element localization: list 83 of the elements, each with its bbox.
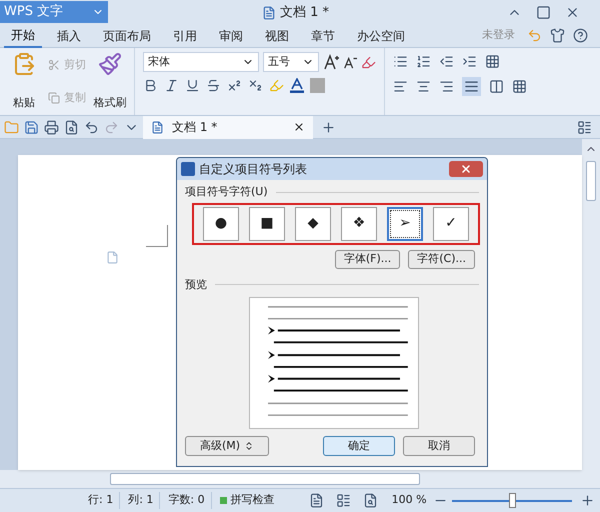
outline-view-icon[interactable] xyxy=(336,493,351,508)
bold-icon[interactable] xyxy=(143,78,158,93)
web-view-icon[interactable] xyxy=(362,493,378,508)
scissors-icon xyxy=(48,58,60,71)
vertical-scrollbar[interactable] xyxy=(582,139,600,470)
app-menu-button[interactable]: WPS 文字 xyxy=(0,1,108,23)
menu-tab[interactable]: 审阅 xyxy=(212,24,250,48)
character-button[interactable]: 字符(C)... xyxy=(408,250,475,268)
font-button[interactable]: 字体(F)... xyxy=(334,250,400,268)
group-label: 项目符号字符(U) xyxy=(185,184,268,200)
zoom-slider-thumb[interactable] xyxy=(508,492,516,508)
close-button[interactable] xyxy=(449,161,483,177)
app-logo-icon xyxy=(181,162,195,176)
horizontal-scrollbar[interactable] xyxy=(0,470,600,488)
document-icon xyxy=(151,120,164,134)
undo-icon[interactable] xyxy=(84,120,99,134)
close-icon[interactable] xyxy=(293,121,305,133)
table-icon[interactable] xyxy=(485,54,500,69)
align-right-icon[interactable] xyxy=(439,79,454,94)
margin-corner-mark xyxy=(146,225,168,247)
symbol-option[interactable]: ❖ xyxy=(341,206,377,240)
shrink-font-icon[interactable] xyxy=(343,55,357,69)
print-preview-icon[interactable] xyxy=(64,120,79,134)
copy-icon xyxy=(48,92,60,104)
symbol-option[interactable]: ✓ xyxy=(433,206,469,240)
underline-icon[interactable] xyxy=(185,78,200,93)
grow-font-icon[interactable] xyxy=(323,54,339,70)
zoom-slider-track[interactable] xyxy=(452,492,572,508)
symbol-option[interactable]: ● xyxy=(203,206,239,240)
print-icon[interactable] xyxy=(44,120,59,134)
symbol-option[interactable]: ■ xyxy=(249,206,285,240)
bulleted-list-icon[interactable] xyxy=(393,54,408,69)
align-left-icon[interactable] xyxy=(393,79,408,94)
strikethrough-icon[interactable] xyxy=(206,78,221,93)
expand-icon xyxy=(244,441,254,451)
advanced-button[interactable]: 高级(M) xyxy=(185,436,269,456)
scrollbar-thumb[interactable] xyxy=(110,473,420,485)
numbered-list-icon[interactable] xyxy=(416,54,431,69)
paintbrush-icon xyxy=(98,52,122,76)
maximize-icon[interactable] xyxy=(536,4,551,20)
align-center-icon[interactable] xyxy=(416,79,431,94)
status-text: 列: 1 xyxy=(128,492,160,509)
document-tab[interactable]: 文档 1 * xyxy=(143,116,313,138)
page-view-icon[interactable] xyxy=(308,493,324,508)
menu-tab[interactable]: 视图 xyxy=(258,24,296,48)
save-icon[interactable] xyxy=(24,120,39,134)
window-title: 文档 1 * xyxy=(280,4,330,22)
cancel-button[interactable]: 取消 xyxy=(403,436,475,456)
scrollbar-thumb[interactable] xyxy=(586,161,596,201)
spell-check-status[interactable]: 拼写检查 xyxy=(220,492,275,509)
font-size-field[interactable]: 五号 xyxy=(263,52,319,72)
menu-tab[interactable]: 页面布局 xyxy=(96,24,158,48)
symbol-option[interactable]: ◆ xyxy=(295,206,331,240)
font-color-icon[interactable] xyxy=(290,78,304,93)
new-tab-icon[interactable] xyxy=(321,120,336,134)
shirt-icon[interactable] xyxy=(550,28,565,43)
justify-icon[interactable] xyxy=(462,77,481,96)
font-field[interactable]: 宋体 xyxy=(143,52,259,72)
clipboard-icon xyxy=(12,52,36,76)
menu-tab[interactable]: 引用 xyxy=(166,24,204,48)
subscript-icon[interactable] xyxy=(248,78,263,93)
format-painter-button[interactable]: 格式刷 xyxy=(90,48,130,115)
help-icon[interactable] xyxy=(573,28,588,43)
tab-menu-icon[interactable] xyxy=(577,120,592,134)
status-text: 行: 1 xyxy=(88,492,120,509)
superscript-icon[interactable] xyxy=(227,78,242,93)
menu-tab[interactable]: 章节 xyxy=(304,24,342,48)
status-text: 字数: 0 xyxy=(168,492,212,509)
close-icon xyxy=(460,163,472,175)
increase-indent-icon[interactable] xyxy=(462,54,477,69)
document-icon xyxy=(106,251,119,264)
paste-button[interactable]: 粘贴 xyxy=(4,48,44,115)
document-icon xyxy=(262,6,276,20)
symbol-option[interactable]: ➢ xyxy=(387,206,423,240)
dialog-title: 自定义项目符号列表 xyxy=(199,161,307,178)
zoom-level: 100 % xyxy=(392,492,427,508)
italic-icon[interactable] xyxy=(164,78,179,93)
zoom-in-icon[interactable] xyxy=(580,493,595,508)
menu-tab[interactable]: 办公空间 xyxy=(350,24,412,48)
group-label: 预览 xyxy=(185,276,207,292)
decrease-indent-icon[interactable] xyxy=(439,54,454,69)
menu-tab[interactable]: 插入 xyxy=(50,24,88,48)
ok-button[interactable]: 确定 xyxy=(323,436,395,456)
